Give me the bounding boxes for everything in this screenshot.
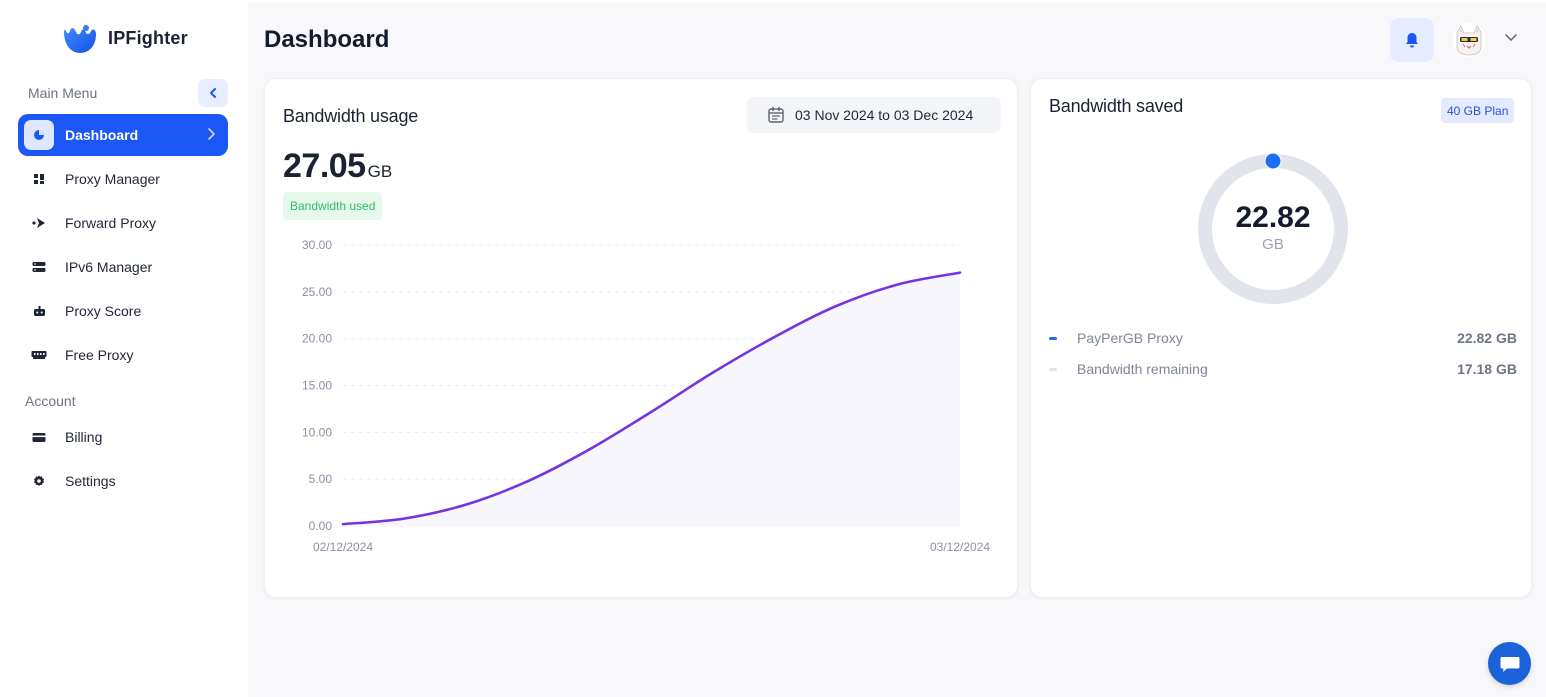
notifications-button[interactable]: [1390, 18, 1434, 62]
brand-name: IPFighter: [108, 27, 188, 48]
sidebar-item-label: Settings: [65, 473, 116, 489]
main-menu-label: Main Menu: [28, 85, 98, 101]
chevron-right-icon: [208, 128, 215, 140]
legend-value: 17.18 GB: [1457, 361, 1517, 377]
bell-icon: [1406, 33, 1418, 48]
sidebar-item-label: Proxy Score: [65, 303, 142, 319]
robot-icon: [24, 296, 54, 326]
sidebar-item-label: Dashboard: [65, 127, 139, 143]
bandwidth-usage-card: Bandwidth usage 03 Nov 2024 to 03 Dec 20…: [264, 78, 1018, 598]
gear-icon: [24, 466, 54, 496]
legend-item-payper-gb: PayPerGB Proxy 22.82 GB: [1049, 328, 1517, 348]
chevron-left-icon: [210, 88, 216, 98]
y-tick-label: 0.00: [309, 519, 333, 533]
donut-center-unit: GB: [1262, 236, 1284, 253]
pie-chart-icon: [24, 120, 54, 150]
ipfighter-logo-icon: [64, 25, 96, 53]
sidebar-item-ipv6-manager[interactable]: IPv6 Manager: [18, 246, 228, 288]
y-tick-label: 30.00: [302, 238, 332, 252]
sidebar-item-label: Proxy Manager: [65, 171, 160, 187]
collapse-sidebar-button[interactable]: [198, 79, 228, 107]
sidebar-item-proxy-score[interactable]: Proxy Score: [18, 290, 228, 332]
legend-item-remaining: Bandwidth remaining 17.18 GB: [1049, 359, 1517, 379]
chat-support-button[interactable]: [1488, 642, 1531, 685]
y-tick-label: 10.00: [302, 425, 332, 439]
legend-swatch: [1049, 367, 1057, 371]
sidebar-item-label: Free Proxy: [65, 347, 134, 363]
forward-arrow-icon: [24, 208, 54, 238]
y-tick-label: 5.00: [309, 472, 333, 486]
sidebar-item-free-proxy[interactable]: Free Proxy: [18, 334, 228, 376]
credit-card-icon: [24, 422, 54, 452]
x-tick-label: 02/12/2024: [313, 540, 373, 554]
legend-value: 22.82 GB: [1457, 330, 1517, 346]
cat-avatar-icon: [1452, 23, 1486, 57]
donut-indicator-dot: [1264, 153, 1282, 170]
y-tick-label: 25.00: [302, 285, 332, 299]
sidebar-item-forward-proxy[interactable]: Forward Proxy: [18, 202, 228, 244]
y-tick-label: 15.00: [302, 379, 332, 393]
card-title: Bandwidth saved: [1049, 96, 1184, 116]
donut-center-value: 22.82: [1235, 201, 1311, 234]
legend-label: Bandwidth remaining: [1077, 361, 1208, 377]
y-tick-label: 20.00: [302, 332, 332, 346]
page-title: Dashboard: [264, 26, 390, 53]
x-tick-label: 03/12/2024: [930, 540, 990, 554]
account-label: Account: [25, 393, 76, 409]
grid-icon: [24, 164, 54, 194]
sidebar-item-label: Billing: [65, 429, 103, 445]
sidebar-item-label: Forward Proxy: [65, 215, 157, 231]
ram-chip-icon: [24, 340, 54, 370]
legend-swatch: [1049, 336, 1057, 340]
legend-label: PayPerGB Proxy: [1077, 330, 1183, 346]
sidebar-item-billing[interactable]: Billing: [18, 416, 228, 458]
avatar[interactable]: [1452, 23, 1486, 57]
brand-logo[interactable]: IPFighter: [62, 22, 188, 54]
sidebar-item-dashboard[interactable]: Dashboard: [18, 114, 228, 156]
sidebar-item-proxy-manager[interactable]: Proxy Manager: [18, 158, 228, 200]
chat-bubble-icon: [1500, 656, 1519, 672]
server-icon: [24, 252, 54, 282]
bandwidth-usage-chart: 0.00 5.00 10.00 15.00 20.00 25.00 30.00 02/12/2…: [302, 238, 990, 554]
sidebar-item-label: IPv6 Manager: [65, 259, 153, 275]
chevron-down-icon[interactable]: [1504, 33, 1518, 43]
bandwidth-saved-card: Bandwidth saved 40 GB Plan 22.82 GB PayP…: [1030, 78, 1532, 598]
plan-badge: 40 GB Plan: [1441, 98, 1515, 123]
sidebar-item-settings[interactable]: Settings: [18, 460, 228, 502]
sidebar: IPFighter Main Menu Dashboard Proxy Mana…: [0, 0, 248, 697]
series-area: [343, 272, 960, 526]
main-content: Dashboard Bandwidth usage 03 Nov 2024 to…: [248, 3, 1546, 697]
